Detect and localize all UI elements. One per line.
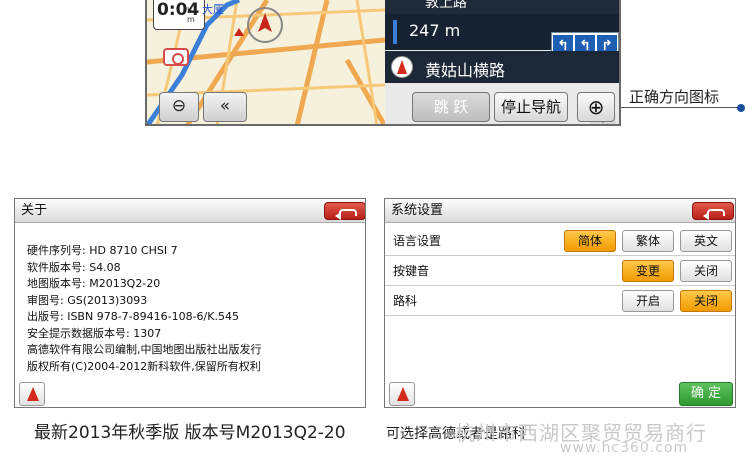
callout-label: 正确方向图标 — [629, 88, 720, 106]
option-traditional[interactable]: 繁体 — [622, 230, 674, 252]
distance-bar: 247 m ↰ ↰ ↱ — [385, 14, 619, 58]
distance-value: 247 m — [409, 21, 461, 40]
setting-row-language: 语言设置 简体 繁体 英文 — [385, 226, 735, 256]
about-dialog: 关于 硬件序列号: HD 8710 CHSI 7 软件版本号: S4.08 地图… — [14, 198, 366, 408]
direction-arrow-icon — [391, 56, 413, 78]
about-info: 硬件序列号: HD 8710 CHSI 7 软件版本号: S4.08 地图版本号… — [27, 243, 262, 375]
guidance-panel: 敦上路 247 m ↰ ↰ ↱ 黄姑山横路 跳 跃 停止导航 ⊕ — [385, 0, 619, 124]
about-line: 地图版本号: M2013Q2-20 — [27, 277, 161, 290]
about-line: 高德软件有限公司编制,中国地图出版社出版发行 — [27, 343, 262, 356]
current-road-name: 敦上路 — [425, 0, 467, 11]
about-line: 软件版本号: S4.08 — [27, 260, 121, 274]
option-english[interactable]: 英文 — [680, 230, 732, 252]
distance-marker — [393, 20, 397, 44]
eta-display: 0:04 hm — [153, 0, 205, 30]
setting-row-luke: 路科 开启 关闭 — [385, 286, 735, 316]
about-line: 硬件序列号: HD 8710 CHSI 7 — [27, 244, 178, 257]
next-road-bar[interactable]: 黄姑山横路 — [385, 51, 619, 124]
setting-label: 按键音 — [393, 264, 430, 278]
settings-dialog-title: 系统设置 — [385, 199, 735, 223]
callout-line — [621, 107, 739, 108]
navigation-screen: 0:04 hm 大厦 ⊖ « 敦上路 247 m ↰ ↰ ↱ 黄姑山横路 跳 跃… — [145, 0, 621, 126]
map-view[interactable]: 0:04 hm 大厦 ⊖ « — [147, 0, 385, 124]
settings-dialog: 系统设置 语言设置 简体 繁体 英文 按键音 变更 关闭 路科 开启 关闭 确 … — [384, 198, 736, 408]
next-road-name: 黄姑山横路 — [425, 61, 506, 80]
option-off[interactable]: 关闭 — [680, 260, 732, 282]
caption-left: 最新2013年秋季版 版本号M2013Q2-20 — [34, 423, 346, 443]
about-line: 版权所有(C)2004-2012新科软件,保留所有权利 — [27, 359, 261, 373]
direction-arrow-icon[interactable] — [19, 382, 45, 406]
zoom-in-button[interactable]: ⊕ — [577, 92, 615, 122]
option-off[interactable]: 关闭 — [680, 290, 732, 312]
about-line: 安全提示数据版本号: 1307 — [27, 326, 162, 340]
about-line: 审图号: GS(2013)3093 — [27, 293, 148, 307]
setting-label: 语言设置 — [393, 234, 442, 248]
camera-icon — [163, 48, 189, 66]
about-line: 出版号: ISBN 978-7-89416-108-6/K.545 — [27, 310, 239, 323]
zoom-out-button[interactable]: ⊖ — [159, 92, 199, 122]
map-place-label: 大厦 — [202, 3, 224, 16]
confirm-button[interactable]: 确 定 — [679, 382, 733, 406]
eta-units: hm — [187, 6, 195, 24]
back-button[interactable]: « — [203, 92, 247, 122]
current-road-bar: 敦上路 — [385, 0, 619, 14]
callout-dot — [737, 104, 745, 112]
about-dialog-title: 关于 — [15, 199, 365, 223]
watermark-url: www.hc360.com — [560, 440, 689, 456]
direction-arrow-icon[interactable] — [389, 382, 415, 406]
return-icon[interactable] — [324, 202, 365, 220]
option-simplified[interactable]: 简体 — [564, 230, 616, 252]
stop-navigation-button[interactable]: 停止导航 — [494, 92, 568, 122]
skip-button[interactable]: 跳 跃 — [412, 92, 490, 122]
option-on[interactable]: 开启 — [622, 290, 674, 312]
setting-label: 路科 — [393, 294, 418, 308]
option-change[interactable]: 变更 — [622, 260, 674, 282]
setting-row-key-sound: 按键音 变更 关闭 — [385, 256, 735, 286]
return-icon[interactable] — [692, 202, 734, 220]
